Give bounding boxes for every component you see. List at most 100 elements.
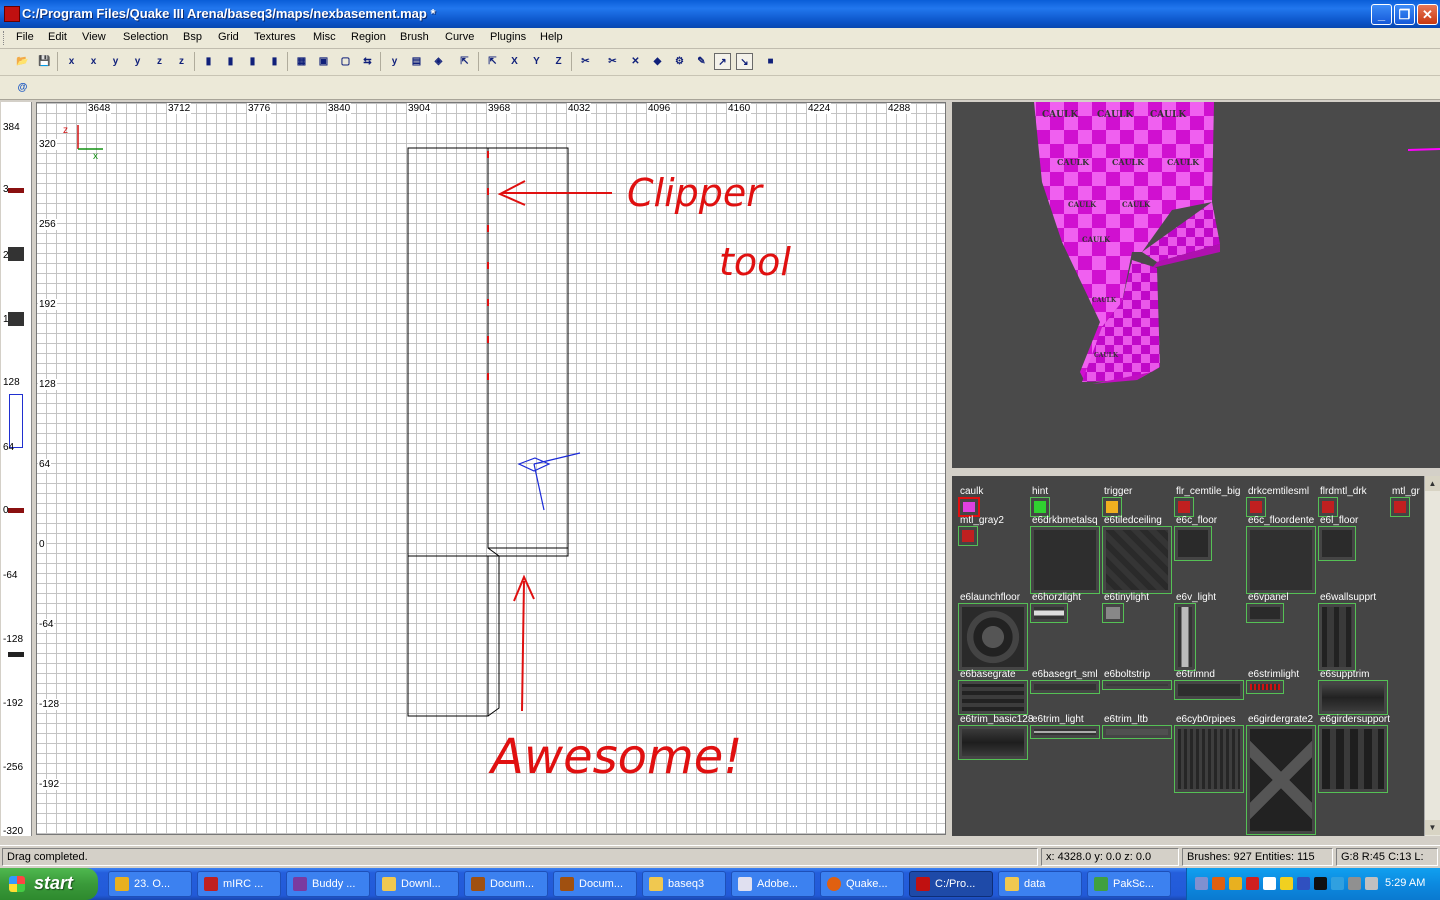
change-view-icon[interactable]: ⇆	[359, 53, 376, 70]
cube-clip-icon[interactable]: y	[386, 53, 403, 70]
texture-e6supptrim[interactable]: e6supptrim	[1318, 669, 1390, 719]
task-button[interactable]: Docum...	[464, 871, 548, 897]
task-button[interactable]: mIRC ...	[197, 871, 281, 897]
texture-e6boltstrip[interactable]: e6boltstrip	[1102, 669, 1172, 699]
menu-misc[interactable]: Misc	[313, 31, 336, 43]
bend-icon[interactable]: ✎	[693, 53, 710, 70]
camera-icon[interactable]: ◈	[430, 53, 447, 70]
flip-y-icon[interactable]: y	[107, 53, 124, 70]
tray-app-icon[interactable]	[1331, 877, 1344, 890]
maximize-button[interactable]: ❐	[1394, 4, 1415, 25]
menu-file[interactable]: File	[16, 31, 34, 43]
z-brush[interactable]	[8, 247, 24, 261]
bottom-splitter[interactable]	[0, 836, 1440, 845]
menu-edit[interactable]: Edit	[48, 31, 67, 43]
menu-selection[interactable]: Selection	[123, 31, 168, 43]
texture-e6cyb0rpipes[interactable]: e6cyb0rpipes	[1174, 714, 1244, 794]
texture-caulk[interactable]: caulk	[958, 486, 1028, 517]
menu-textures[interactable]: Textures	[254, 31, 296, 43]
texture-drkcemtilesml[interactable]: drkcemtilesml	[1246, 486, 1318, 517]
hollow-icon[interactable]: ▢	[337, 53, 354, 70]
select-touching-icon[interactable]: ▮	[222, 53, 239, 70]
camera-3d-view[interactable]: CAULK CAULK CAULK CAULK CAULK CAULK CAUL…	[952, 102, 1440, 468]
texture-flrdmtl-drk[interactable]: flrdmtl_drk	[1318, 486, 1388, 517]
texture-e6trim-basic128[interactable]: e6trim_basic128	[958, 714, 1033, 764]
csg-merge-icon[interactable]: ▣	[315, 53, 332, 70]
task-button[interactable]: Downl...	[375, 871, 459, 897]
texture-scrollbar[interactable]: ▲ ▼	[1424, 476, 1440, 836]
menu-help[interactable]: Help	[540, 31, 563, 43]
texture-hint[interactable]: hint	[1030, 486, 1100, 517]
z-marker[interactable]	[8, 652, 24, 657]
texture-e6horzlight[interactable]: e6horzlight	[1030, 592, 1100, 623]
stop-icon[interactable]: ■	[762, 53, 779, 70]
xz-grid-view[interactable]: 3648 3712 3776 3840 3904 3968 4032 4096 …	[36, 102, 946, 835]
menu-view[interactable]: View	[82, 31, 106, 43]
save-file-icon[interactable]: 💾	[36, 53, 53, 70]
rotate-z-icon[interactable]: z	[173, 53, 190, 70]
menu-region[interactable]: Region	[351, 31, 386, 43]
texture-e6girdergrate2[interactable]: e6girdergrate2	[1246, 714, 1318, 835]
scroll-down-icon[interactable]: ▼	[1425, 820, 1440, 835]
tray-app-icon[interactable]	[1263, 877, 1276, 890]
delete-icon[interactable]: ✕	[627, 53, 644, 70]
view-z-icon[interactable]: Z	[550, 53, 567, 70]
tray-app-icon[interactable]	[1280, 877, 1293, 890]
rotate-y-icon[interactable]: y	[129, 53, 146, 70]
csg-subtract-icon[interactable]: ▦	[293, 53, 310, 70]
z-marker[interactable]	[8, 508, 24, 513]
texture-view-icon[interactable]: ▤	[408, 53, 425, 70]
texture-e6trimnd[interactable]: e6trimnd	[1174, 669, 1244, 700]
texture-e6tinylight[interactable]: e6tinylight	[1102, 592, 1172, 623]
flip-x-icon[interactable]: x	[63, 53, 80, 70]
texture-e6strimlight[interactable]: e6strimlight	[1246, 669, 1318, 699]
drag-tool-icon[interactable]: ↘	[736, 53, 753, 70]
z-selection-marker[interactable]	[9, 394, 23, 448]
task-button[interactable]: Adobe...	[731, 871, 815, 897]
tray-app-icon[interactable]	[1246, 877, 1259, 890]
brush-outline[interactable]	[407, 555, 489, 717]
task-button-active[interactable]: C:/Pro...	[909, 871, 993, 897]
flip-z-icon[interactable]: z	[151, 53, 168, 70]
entity-icon[interactable]: ⚙	[671, 53, 688, 70]
minimize-button[interactable]: _	[1371, 4, 1392, 25]
network-icon[interactable]	[1195, 877, 1208, 890]
tray-app-icon[interactable]	[1348, 877, 1361, 890]
patch-icon[interactable]: ◆	[649, 53, 666, 70]
menu-curve[interactable]: Curve	[445, 31, 474, 43]
texture-e6trim-light[interactable]: e6trim_light	[1030, 714, 1100, 744]
select-complete-tall-icon[interactable]: ▮	[200, 53, 217, 70]
close-button[interactable]: ✕	[1417, 4, 1438, 25]
task-button[interactable]: Quake...	[820, 871, 904, 897]
view-x-icon[interactable]: X	[506, 53, 523, 70]
z-marker[interactable]	[8, 188, 24, 193]
texture-e6tiledceiling[interactable]: e6tiledceiling	[1102, 515, 1172, 595]
texture-e6trim-ltb[interactable]: e6trim_ltb	[1102, 714, 1172, 744]
menu-brush[interactable]: Brush	[400, 31, 429, 43]
texture-e6drkbmetalsq[interactable]: e6drkbmetalsq	[1030, 515, 1100, 595]
plugin-at-icon[interactable]: @	[14, 79, 31, 96]
menu-grid[interactable]: Grid	[218, 31, 239, 43]
texture-e6launchfloor[interactable]: e6launchfloor	[958, 592, 1028, 672]
scale-x-icon[interactable]: ✂	[577, 53, 594, 70]
tray-app-icon[interactable]	[1212, 877, 1225, 890]
task-button[interactable]: baseq3	[642, 871, 726, 897]
tray-app-icon[interactable]	[1297, 877, 1310, 890]
texture-e6c-floordente[interactable]: e6c_floordente	[1246, 515, 1318, 595]
texture-flr-cemtile-big[interactable]: flr_cemtile_big	[1174, 486, 1246, 517]
tray-app-icon[interactable]	[1229, 877, 1242, 890]
texture-e6c-floor[interactable]: e6c_floor	[1174, 515, 1244, 565]
texture-e6vpanel[interactable]: e6vpanel	[1246, 592, 1318, 623]
z-splitter[interactable]	[32, 102, 35, 836]
refresh-icon[interactable]: ⇱	[456, 53, 473, 70]
menu-plugins[interactable]: Plugins	[490, 31, 526, 43]
scale-y-icon[interactable]: ✂	[604, 53, 621, 70]
select-inside-icon[interactable]: ▮	[266, 53, 283, 70]
texture-mtl-gr[interactable]: mtl_gr	[1390, 486, 1424, 517]
start-button[interactable]: start	[0, 868, 98, 900]
texture-e6l-floor[interactable]: e6l_floor	[1318, 515, 1388, 565]
task-button[interactable]: PakSc...	[1087, 871, 1171, 897]
texture-e6basegrate[interactable]: e6basegrate	[958, 669, 1028, 719]
rotate-x-icon[interactable]: x	[85, 53, 102, 70]
camera-texture-splitter[interactable]	[952, 468, 1440, 476]
